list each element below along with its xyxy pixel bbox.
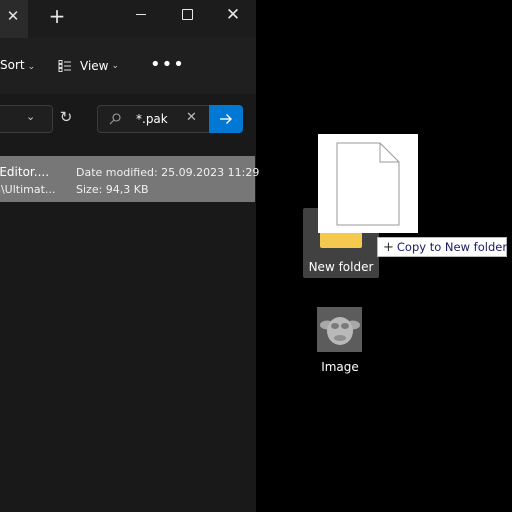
- file-size: Size: 94,3 KB: [76, 183, 149, 196]
- search-icon: [109, 113, 121, 125]
- view-button[interactable]: View ⌄: [58, 55, 119, 77]
- tooltip-text: Copy to New folder: [396, 240, 508, 254]
- file-explorer-window: ✕ + ✕ Sort ⌄ View ⌄ ••• ⌄ ↻ *.pak ✕ Edit…: [0, 0, 259, 512]
- image-thumbnail: [317, 307, 362, 352]
- minimize-button[interactable]: [118, 0, 164, 30]
- minimize-icon: [136, 14, 146, 15]
- sort-button[interactable]: Sort ⌄: [0, 58, 35, 72]
- drag-tooltip: + Copy to New folder: [377, 237, 507, 257]
- file-path: n\Ultimat...: [0, 183, 56, 196]
- file-list: oEditor.... n\Ultimat... Date modified: …: [0, 152, 259, 512]
- file-name: oEditor....: [0, 165, 50, 179]
- arrow-right-icon: [220, 114, 232, 124]
- title-bar: ✕ + ✕: [0, 0, 256, 38]
- command-bar: Sort ⌄ View ⌄ •••: [0, 38, 256, 94]
- chevron-down-icon[interactable]: ⌄: [26, 110, 35, 123]
- close-icon: ✕: [225, 5, 241, 25]
- maximize-icon: [182, 9, 193, 20]
- new-tab-button[interactable]: +: [44, 0, 70, 32]
- file-icon: [336, 142, 400, 226]
- more-icon[interactable]: •••: [150, 55, 184, 77]
- drag-preview: [318, 134, 418, 233]
- close-icon[interactable]: ✕: [0, 0, 26, 32]
- search-submit-button[interactable]: [209, 105, 243, 133]
- view-icon: [58, 60, 71, 72]
- close-icon[interactable]: ✕: [186, 110, 197, 125]
- folder-label: New folder: [308, 260, 374, 274]
- list-item[interactable]: oEditor.... n\Ultimat... Date modified: …: [0, 156, 259, 202]
- chevron-down-icon: ⌄: [111, 61, 120, 71]
- search-value: *.pak: [136, 112, 168, 126]
- maximize-button[interactable]: [164, 0, 210, 30]
- search-input[interactable]: *.pak ✕: [97, 105, 209, 133]
- tab-current[interactable]: ✕: [0, 0, 28, 38]
- chevron-down-icon: ⌄: [27, 62, 36, 72]
- plus-icon: +: [383, 240, 394, 255]
- date-modified: Date modified: 25.09.2023 11:29: [76, 166, 260, 179]
- close-window-button[interactable]: ✕: [210, 0, 256, 30]
- desktop-image-file[interactable]: Image: [310, 306, 370, 376]
- view-label: View: [80, 59, 109, 73]
- sort-label: Sort: [0, 58, 25, 72]
- refresh-icon[interactable]: ↻: [57, 108, 75, 126]
- image-label: Image: [321, 360, 359, 374]
- address-bar-row: ⌄ ↻ *.pak ✕: [0, 94, 256, 152]
